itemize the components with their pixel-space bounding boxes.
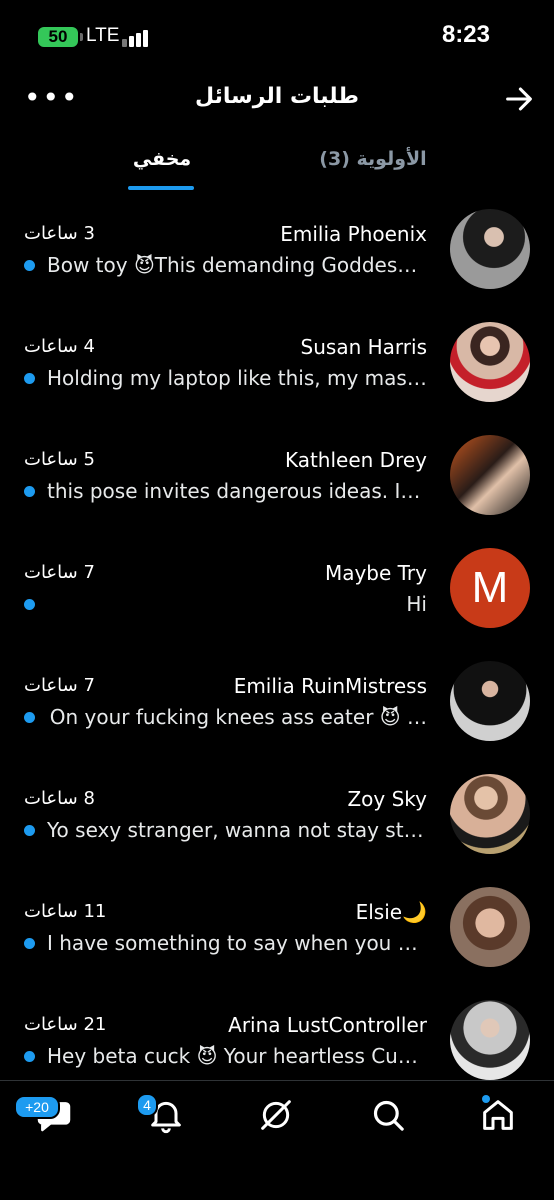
messages-tab[interactable]: +20 xyxy=(14,1095,74,1135)
conversation-row[interactable]: 7 ساعات Emilia RuinMistress On your fuck… xyxy=(0,650,554,763)
conversation-time: 3 ساعات xyxy=(24,223,95,244)
conversation-time: 11 ساعات xyxy=(24,901,107,922)
avatar[interactable] xyxy=(450,322,530,402)
conversation-row[interactable]: 4 ساعات Susan Harris Holding my laptop l… xyxy=(0,311,554,424)
avatar[interactable]: M xyxy=(450,548,530,628)
avatar[interactable] xyxy=(450,209,530,289)
active-tab-indicator xyxy=(128,186,194,190)
conversation-preview: Yo sexy stranger, wanna not stay strange… xyxy=(47,818,427,842)
avatar[interactable] xyxy=(450,661,530,741)
avatar[interactable] xyxy=(450,774,530,854)
grok-icon xyxy=(261,1100,291,1130)
avatar[interactable] xyxy=(450,887,530,967)
conversation-name: Kathleen Drey xyxy=(284,448,427,472)
battery-indicator: 50 xyxy=(38,27,83,47)
unread-dot xyxy=(24,599,35,610)
notifications-badge: 4 xyxy=(136,1093,158,1117)
conversation-preview: Holding my laptop like this, my massive… xyxy=(47,366,427,390)
avatar[interactable] xyxy=(450,435,530,515)
conversation-name: Maybe Try xyxy=(324,561,427,585)
conversation-name: Elsie🌙 xyxy=(355,900,427,924)
conversation-preview: Hi xyxy=(406,592,427,616)
conversation-name: Susan Harris xyxy=(300,335,427,359)
unread-dot xyxy=(24,712,35,723)
battery-level: 50 xyxy=(48,27,68,46)
conversation-name: Emilia Phoenix xyxy=(280,222,427,246)
conversation-preview: Hey beta cuck 😈 Your heartless Cuckoldre… xyxy=(47,1044,427,1068)
conversation-preview: I have something to say when you see… xyxy=(47,931,427,955)
home-unread-dot xyxy=(482,1095,490,1103)
unread-dot xyxy=(24,486,35,497)
status-bar: 50 LTE 8:23 xyxy=(0,0,554,76)
conversation-row[interactable]: 5 ساعات Kathleen Drey this pose invites … xyxy=(0,424,554,537)
grok-tab[interactable] xyxy=(256,1095,296,1135)
conversation-time: 5 ساعات xyxy=(24,449,95,470)
conversation-preview: Bow toy 😈This demanding Goddess is … xyxy=(47,253,427,277)
conversation-preview: this pose invites dangerous ideas. It's… xyxy=(47,479,427,503)
tab-bar: الأولوية (3) مخفي xyxy=(0,140,554,194)
conversation-time: 8 ساعات xyxy=(24,788,95,809)
conversation-time: 4 ساعات xyxy=(24,336,95,357)
bottom-tab-bar: +20 4 xyxy=(0,1080,554,1200)
status-clock: 8:23 xyxy=(441,21,490,48)
home-tab[interactable] xyxy=(478,1095,518,1135)
conversation-time: 7 ساعات xyxy=(24,675,95,696)
avatar[interactable] xyxy=(450,1000,530,1080)
unread-dot xyxy=(24,260,35,271)
conversation-row[interactable]: 11 ساعات Elsie🌙 I have something to say … xyxy=(0,876,554,989)
conversation-name: Zoy Sky xyxy=(347,787,427,811)
conversation-preview: On your fucking knees ass eater 😈 … xyxy=(49,705,427,729)
tab-hidden[interactable]: مخفي xyxy=(110,148,214,170)
conversation-row[interactable]: 8 ساعات Zoy Sky Yo sexy stranger, wanna … xyxy=(0,763,554,876)
page-title: طلبات الرسائل xyxy=(195,84,359,109)
carrier-label: LTE xyxy=(86,25,120,46)
unread-dot xyxy=(24,1051,35,1062)
conversation-name: Emilia RuinMistress xyxy=(233,674,427,698)
tab-priority[interactable]: الأولوية (3) xyxy=(300,148,446,170)
arrow-right-icon[interactable] xyxy=(502,82,536,116)
conversation-time: 7 ساعات xyxy=(24,562,95,583)
header: ••• طلبات الرسائل xyxy=(0,76,554,122)
conversation-row[interactable]: 7 ساعات Maybe Try Hi M xyxy=(0,537,554,650)
search-icon xyxy=(373,1100,404,1131)
unread-dot xyxy=(24,938,35,949)
messages-badge: +20 xyxy=(14,1095,60,1119)
search-tab[interactable] xyxy=(368,1095,408,1135)
unread-dot xyxy=(24,373,35,384)
conversation-name: Arina LustController xyxy=(228,1013,427,1037)
conversation-row[interactable]: 3 ساعات Emilia Phoenix Bow toy 😈This dem… xyxy=(0,198,554,311)
notifications-tab[interactable]: 4 xyxy=(136,1093,186,1135)
signal-icon xyxy=(122,29,152,47)
unread-dot xyxy=(24,825,35,836)
conversation-time: 21 ساعات xyxy=(24,1014,107,1035)
